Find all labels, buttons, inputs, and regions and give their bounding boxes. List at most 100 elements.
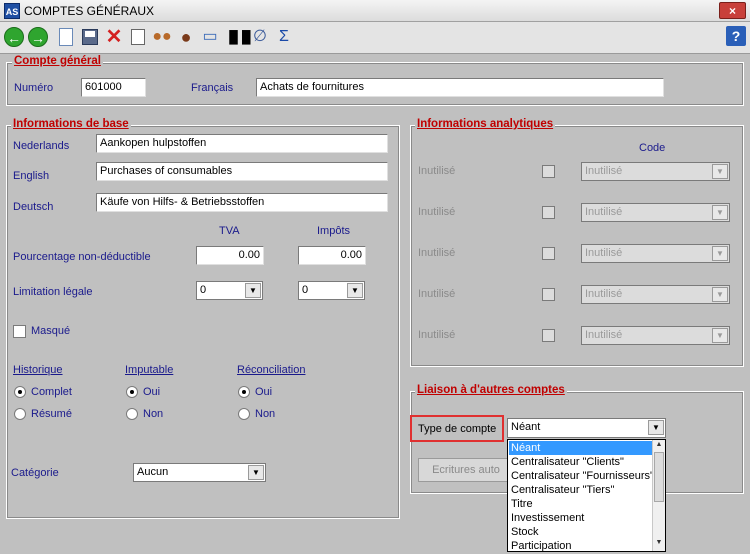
english-label: English: [13, 170, 50, 182]
historique-resume-radio[interactable]: [14, 408, 26, 420]
analytique-row-checkbox[interactable]: [542, 165, 555, 178]
info-base-group: [6, 125, 400, 519]
categorie-select[interactable]: Aucun ▼: [133, 463, 266, 482]
imputable-oui-radio[interactable]: [126, 386, 138, 398]
chevron-down-icon: ▼: [712, 164, 728, 179]
delete-icon[interactable]: ✕: [103, 26, 125, 48]
type-compte-select[interactable]: Néant ▼: [507, 418, 666, 438]
option-investissement[interactable]: Investissement: [509, 511, 652, 525]
analytique-row-value: Inutilisé: [585, 288, 623, 300]
chevron-down-icon: ▼: [347, 283, 363, 298]
masque-label: Masqué: [31, 325, 71, 337]
historique-complet-radio[interactable]: [14, 386, 26, 398]
nederlands-field[interactable]: Aankopen hulpstoffen: [96, 134, 388, 153]
analytique-title: Informations analytiques: [415, 118, 556, 130]
analytique-row-value: Inutilisé: [585, 247, 623, 259]
analytique-row-label: Inutilisé: [418, 247, 456, 259]
categorie-value: Aucun: [137, 466, 169, 478]
window-title: COMPTES GÉNÉRAUX: [24, 4, 155, 18]
analytique-row-select[interactable]: Inutilisé ▼: [581, 162, 730, 181]
type-compte-label: Type de compte: [418, 423, 497, 435]
analytique-row-select[interactable]: Inutilisé ▼: [581, 203, 730, 222]
chevron-down-icon: ▼: [648, 420, 664, 435]
user-icon[interactable]: ●: [175, 26, 197, 48]
chevron-down-icon: ▼: [712, 205, 728, 220]
resume-label: Résumé: [31, 408, 72, 420]
impots-label: Impôts: [317, 225, 351, 237]
analytique-row-checkbox[interactable]: [542, 329, 555, 342]
analytique-row-checkbox[interactable]: [542, 247, 555, 260]
analytique-row-value: Inutilisé: [585, 206, 623, 218]
francais-field[interactable]: Achats de fournitures: [256, 78, 664, 97]
help-icon[interactable]: ?: [726, 26, 746, 46]
categorie-label: Catégorie: [11, 467, 59, 479]
reconciliation-non-radio[interactable]: [238, 408, 250, 420]
ecritures-auto-button[interactable]: Ecritures auto: [418, 458, 514, 482]
historique-label: Historique: [13, 364, 63, 376]
impots-limit-select[interactable]: 0 ▼: [298, 281, 365, 300]
chart-icon[interactable]: ▐▌█: [225, 26, 251, 48]
tva-label: TVA: [219, 225, 240, 237]
nederlands-label: Nederlands: [13, 140, 70, 152]
imputable-non-radio[interactable]: [126, 408, 138, 420]
option-fournisseurs[interactable]: Centralisateur "Fournisseurs": [509, 469, 652, 483]
option-tiers[interactable]: Centralisateur "Tiers": [509, 483, 652, 497]
info-base-title: Informations de base: [11, 118, 131, 130]
chevron-down-icon: ▼: [712, 287, 728, 302]
imputable-label: Imputable: [125, 364, 174, 376]
impots-limit-value: 0: [302, 284, 309, 296]
complet-label: Complet: [31, 386, 72, 398]
analytique-row-label: Inutilisé: [418, 329, 456, 341]
option-participation[interactable]: Participation: [509, 539, 652, 553]
users-icon[interactable]: ●●: [151, 26, 173, 48]
dropdown-scrollbar[interactable]: ▲ ▼: [652, 440, 665, 551]
attachment-icon[interactable]: ∅: [249, 26, 271, 48]
tva-limit-select[interactable]: 0 ▼: [196, 281, 263, 300]
scroll-down-icon[interactable]: ▼: [654, 539, 664, 549]
numero-field[interactable]: 601000: [81, 78, 146, 97]
english-field[interactable]: Purchases of consumables: [96, 162, 388, 181]
analytique-row-select[interactable]: Inutilisé ▼: [581, 285, 730, 304]
option-stock[interactable]: Stock: [509, 525, 652, 539]
impots-pct-field[interactable]: 0.00: [298, 246, 366, 265]
chevron-down-icon: ▼: [245, 283, 261, 298]
compte-general-title: Compte général: [12, 55, 103, 67]
forward-icon[interactable]: →: [27, 26, 49, 48]
close-button[interactable]: ×: [719, 2, 746, 19]
imputable-oui-label: Oui: [143, 386, 161, 398]
scroll-up-icon[interactable]: ▲: [654, 441, 664, 451]
back-icon[interactable]: ←: [3, 26, 25, 48]
masque-checkbox[interactable]: [13, 325, 26, 338]
save-icon[interactable]: [79, 26, 101, 48]
sum-icon[interactable]: Σ: [273, 26, 295, 48]
analytique-row-select[interactable]: Inutilisé ▼: [581, 326, 730, 345]
type-compte-dropdown[interactable]: Néant Centralisateur "Clients" Centralis…: [507, 439, 666, 552]
analytique-row-value: Inutilisé: [585, 165, 623, 177]
imputable-non-label: Non: [143, 408, 164, 420]
tva-pct-field[interactable]: 0.00: [196, 246, 264, 265]
analytique-row-checkbox[interactable]: [542, 206, 555, 219]
reconciliation-oui-label: Oui: [255, 386, 273, 398]
chevron-down-icon: ▼: [712, 246, 728, 261]
preview-icon[interactable]: [127, 26, 149, 48]
option-neant[interactable]: Néant: [509, 441, 652, 455]
code-label: Code: [639, 142, 666, 154]
scroll-thumb[interactable]: [654, 452, 664, 502]
reconciliation-non-label: Non: [255, 408, 276, 420]
option-clients[interactable]: Centralisateur "Clients": [509, 455, 652, 469]
pourcentage-label: Pourcentage non-déductible: [13, 251, 151, 263]
analytique-row-select[interactable]: Inutilisé ▼: [581, 244, 730, 263]
reconciliation-oui-radio[interactable]: [238, 386, 250, 398]
option-titre[interactable]: Titre: [509, 497, 652, 511]
type-compte-value: Néant: [511, 421, 541, 433]
reconciliation-label: Réconciliation: [237, 364, 306, 376]
new-document-icon[interactable]: [55, 26, 77, 48]
deutsch-field[interactable]: Käufe von Hilfs- & Betriebsstoffen: [96, 193, 388, 212]
analytique-row-checkbox[interactable]: [542, 288, 555, 301]
limitation-label: Limitation légale: [13, 286, 93, 298]
chevron-down-icon: ▼: [248, 465, 264, 480]
book-icon[interactable]: ▭: [199, 26, 221, 48]
analytique-row-value: Inutilisé: [585, 329, 623, 341]
deutsch-label: Deutsch: [13, 201, 54, 213]
analytique-row-label: Inutilisé: [418, 288, 456, 300]
